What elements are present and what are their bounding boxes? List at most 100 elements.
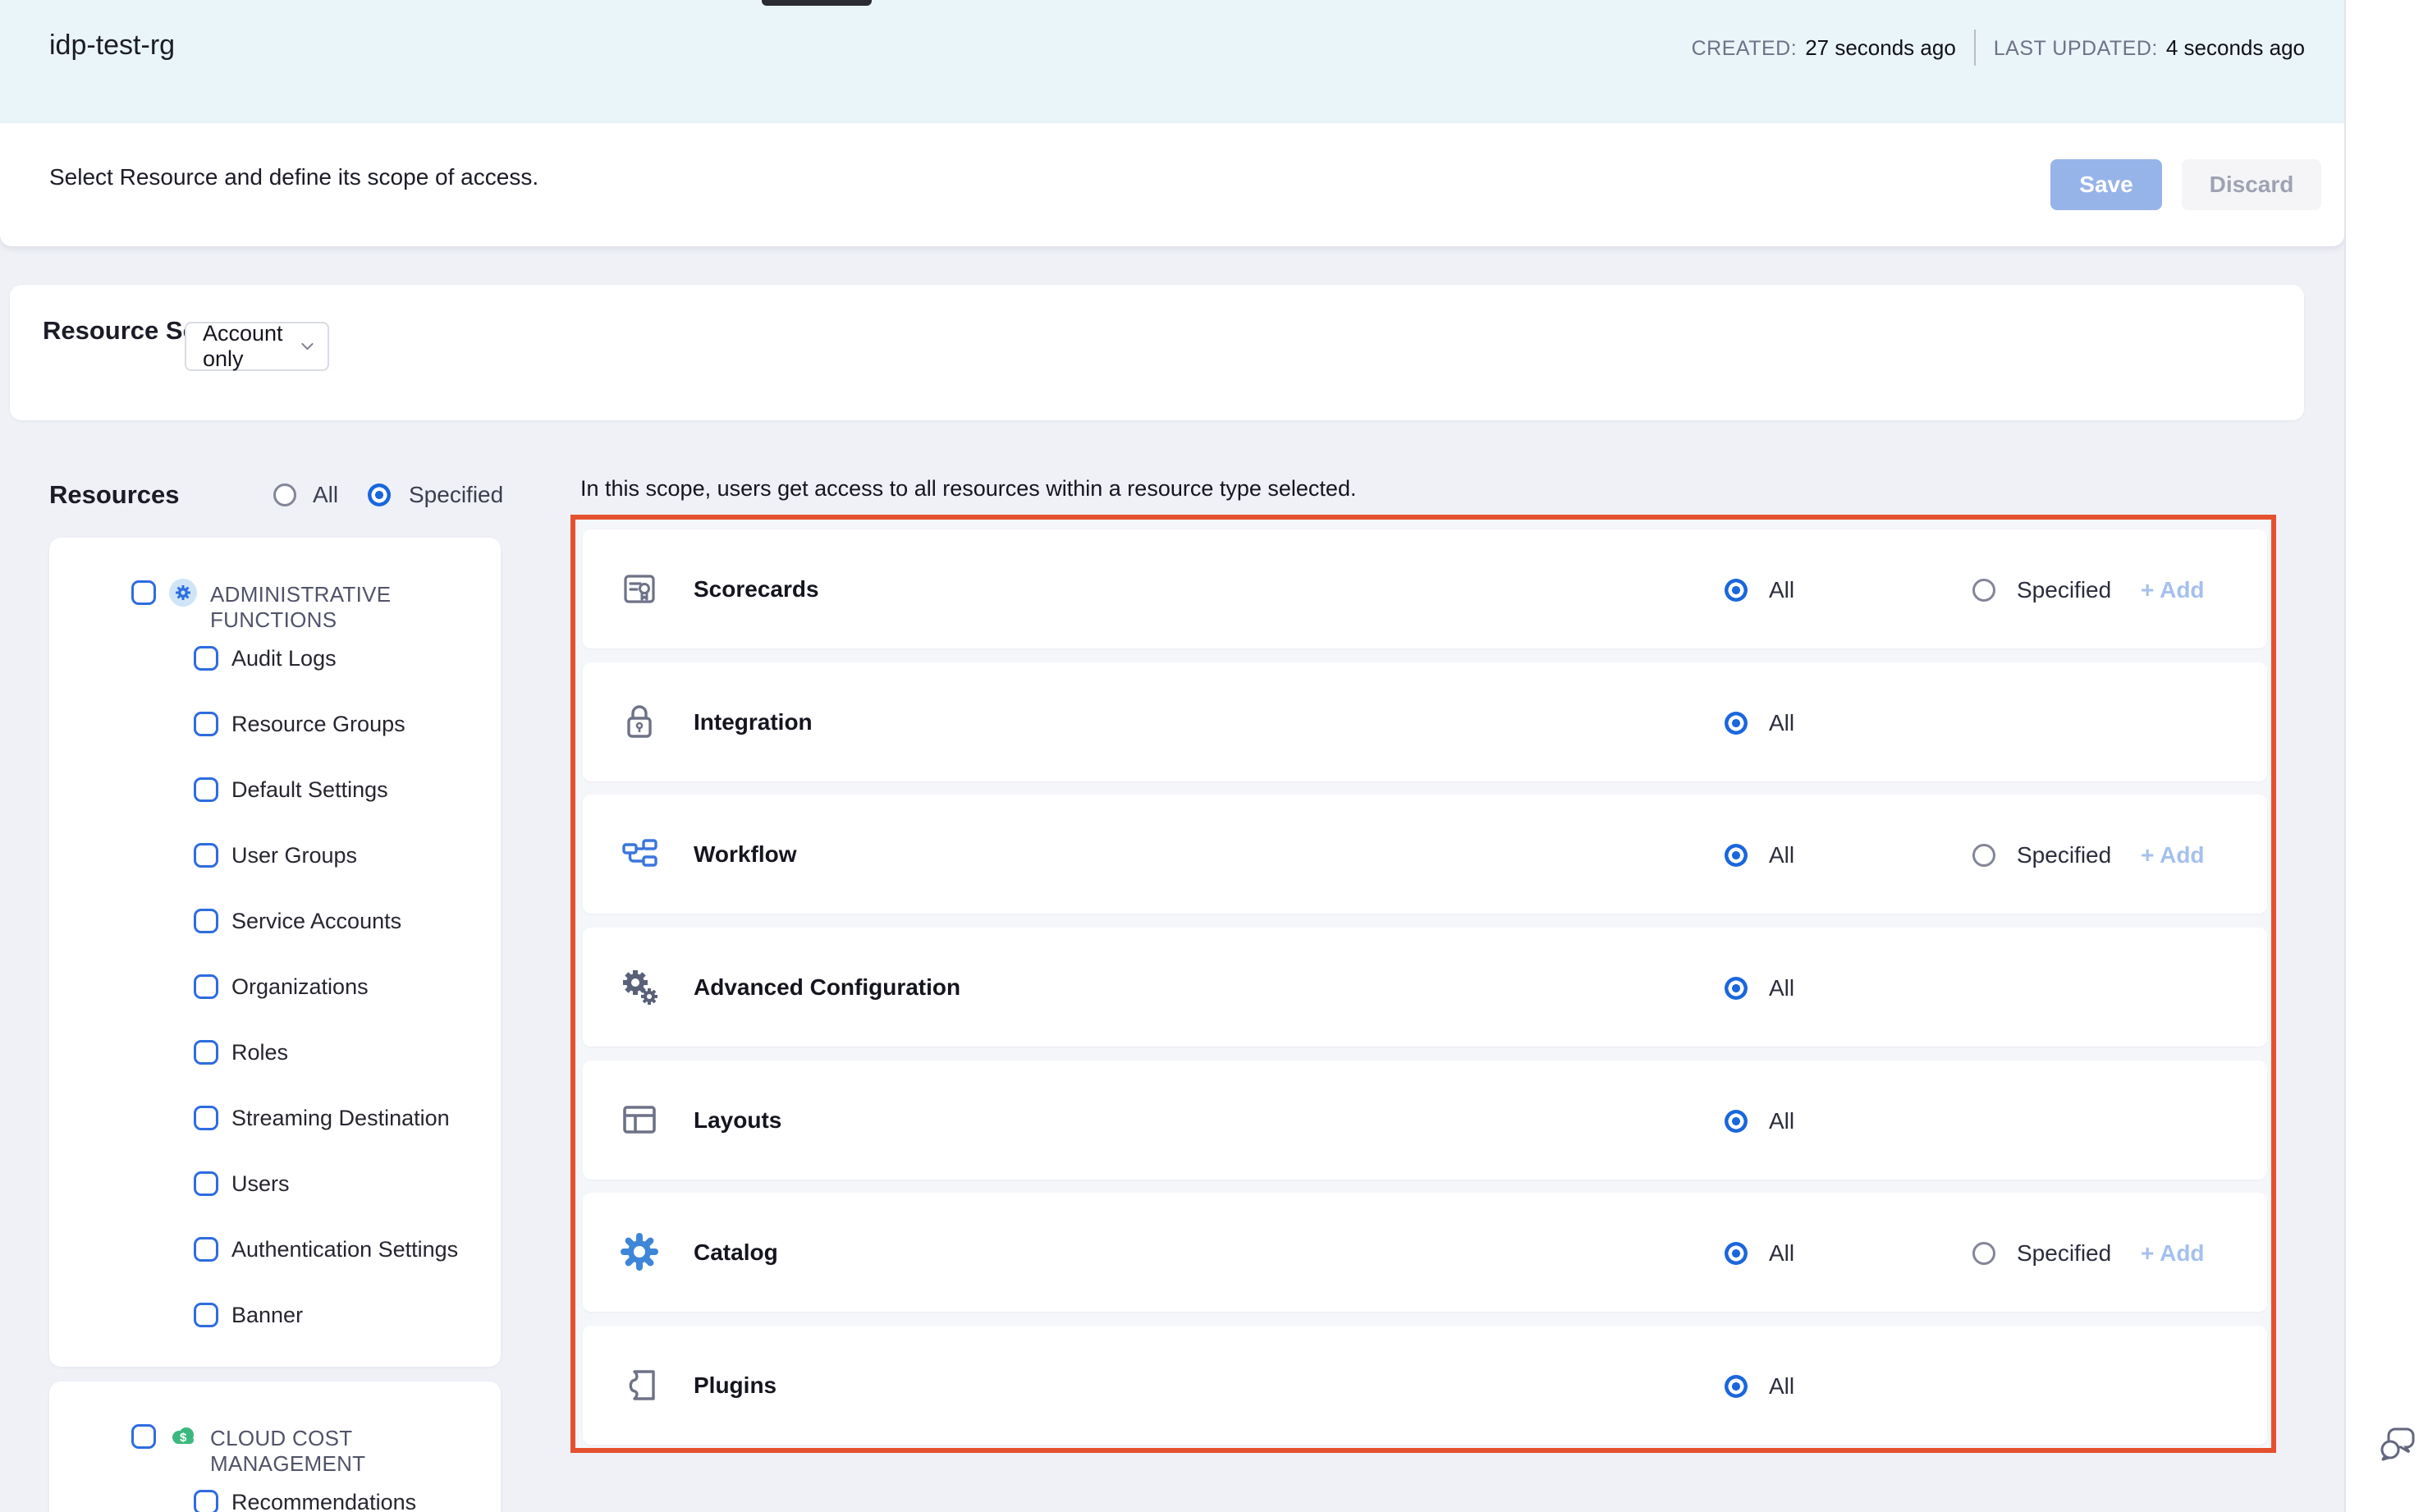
row-all-option[interactable]: All (1725, 975, 1794, 1001)
meta-divider (1974, 30, 1976, 66)
item-checkbox[interactable] (194, 974, 218, 999)
chat-bubbles-icon[interactable] (2377, 1422, 2420, 1464)
gear-blue-icon (620, 1232, 659, 1271)
row-all-option[interactable]: All (1725, 1240, 1794, 1267)
row-specified-radio[interactable] (1972, 844, 1995, 867)
item-checkbox[interactable] (194, 646, 218, 671)
resource-tree-item: Streaming Destination (49, 1093, 501, 1143)
resources-all-option[interactable]: All (273, 482, 338, 508)
row-all-label: All (1769, 842, 1794, 868)
cloud-dollar-icon: $ (169, 1423, 197, 1450)
resource-scope-select[interactable]: Account only (185, 322, 329, 371)
row-specified-label: Specified (2017, 577, 2111, 603)
resource-tree-item: User Groups (49, 831, 501, 880)
resource-type-label: Layouts (694, 1107, 781, 1134)
discard-button[interactable]: Discard (2182, 159, 2321, 210)
resource-tree-item: Roles (49, 1028, 501, 1077)
item-checkbox[interactable] (194, 1237, 218, 1262)
workflow-icon (620, 834, 659, 873)
row-all-option[interactable]: All (1725, 1108, 1794, 1134)
row-all-option[interactable]: All (1725, 842, 1794, 868)
item-checkbox[interactable] (194, 909, 218, 933)
save-button[interactable]: Save (2050, 159, 2162, 210)
row-all-radio[interactable] (1725, 712, 1748, 735)
row-specified-option[interactable]: Specified (1972, 1240, 2111, 1267)
row-specified-label: Specified (2017, 842, 2111, 868)
item-label: Organizations (231, 974, 369, 1000)
last-updated: LAST UPDATED: 4 seconds ago (1994, 35, 2305, 61)
resources-header: Resources All Specified (49, 479, 509, 515)
item-checkbox[interactable] (194, 843, 218, 868)
row-add-button[interactable]: + Add (2141, 842, 2205, 868)
item-checkbox[interactable] (194, 712, 218, 736)
lock-icon (620, 702, 659, 741)
item-label: Streaming Destination (231, 1106, 450, 1131)
page-header: idp-test-rg CREATED:27 seconds ago LAST … (0, 0, 2344, 123)
row-all-radio[interactable] (1725, 977, 1748, 1000)
resource-tree-item: Recommendations (49, 1478, 501, 1512)
updated-value: 4 seconds ago (2166, 35, 2305, 60)
group-label: ADMINISTRATIVE FUNCTIONS (210, 582, 501, 633)
row-all-radio[interactable] (1725, 579, 1748, 602)
resources-specified-label: Specified (409, 482, 503, 508)
group-checkbox[interactable] (131, 580, 156, 605)
resource-type-row: Scorecards All Specified + Add (583, 529, 2267, 648)
row-all-radio[interactable] (1725, 1242, 1748, 1265)
resource-type-label: Scorecards (694, 576, 819, 603)
scorecard-icon (620, 569, 659, 608)
item-checkbox[interactable] (194, 1040, 218, 1065)
row-add-button[interactable]: + Add (2141, 577, 2205, 603)
row-all-label: All (1769, 577, 1794, 603)
resource-tree-item: Authentication Settings (49, 1225, 501, 1274)
item-checkbox[interactable] (194, 1106, 218, 1130)
group-checkbox[interactable] (131, 1424, 156, 1449)
row-specified-radio[interactable] (1972, 579, 1995, 602)
item-checkbox[interactable] (194, 1171, 218, 1196)
resource-type-row: Layouts All (583, 1061, 2267, 1180)
row-all-radio[interactable] (1725, 1375, 1748, 1398)
item-label: Recommendations (231, 1490, 416, 1512)
item-label: Service Accounts (231, 909, 401, 934)
resource-type-row: Integration All (583, 662, 2267, 781)
scorecard-icon (620, 569, 659, 608)
resources-all-radio[interactable] (273, 483, 296, 506)
created-at: CREATED:27 seconds ago (1692, 35, 1956, 61)
item-label: Roles (231, 1040, 288, 1065)
resources-group-card-administrative: ADMINISTRATIVE FUNCTIONS Audit Logs Reso… (49, 538, 501, 1367)
puzzle-icon (620, 1365, 659, 1404)
group-label: CLOUD COST MANAGEMENT (210, 1426, 501, 1477)
resource-type-label: Integration (694, 709, 813, 735)
resource-type-row: Catalog All Specified + Add (583, 1193, 2267, 1312)
window-notch (762, 0, 872, 6)
item-checkbox[interactable] (194, 777, 218, 802)
row-all-label: All (1769, 1240, 1794, 1267)
item-checkbox[interactable] (194, 1490, 218, 1512)
row-specified-option[interactable]: Specified (1972, 842, 2111, 868)
row-add-button[interactable]: + Add (2141, 1240, 2205, 1267)
layout-icon (620, 1100, 659, 1139)
row-all-option[interactable]: All (1725, 710, 1794, 736)
row-all-option[interactable]: All (1725, 1373, 1794, 1400)
updated-label: LAST UPDATED: (1994, 37, 2158, 60)
header-meta: CREATED:27 seconds ago LAST UPDATED: 4 se… (1692, 0, 2305, 95)
puzzle-icon (620, 1365, 659, 1404)
gears-icon (620, 967, 659, 1006)
svg-text:$: $ (180, 1431, 187, 1445)
item-label: Resource Groups (231, 712, 405, 737)
resources-specified-option[interactable]: Specified (368, 482, 503, 508)
gears-icon (620, 967, 659, 1006)
row-all-label: All (1769, 710, 1794, 736)
app-background: idp-test-rg CREATED:27 seconds ago LAST … (0, 0, 2344, 1512)
resource-group-header-row: ADMINISTRATIVE FUNCTIONS (49, 568, 501, 617)
item-label: Authentication Settings (231, 1237, 458, 1262)
item-checkbox[interactable] (194, 1303, 218, 1327)
row-all-radio[interactable] (1725, 844, 1748, 867)
row-all-radio[interactable] (1725, 1110, 1748, 1133)
item-label: User Groups (231, 843, 357, 868)
row-specified-radio[interactable] (1972, 1242, 1995, 1265)
resources-specified-radio[interactable] (368, 483, 391, 506)
row-all-option[interactable]: All (1725, 577, 1794, 603)
resource-type-row: Advanced Configuration All (583, 928, 2267, 1047)
row-specified-option[interactable]: Specified (1972, 577, 2111, 603)
resource-tree-item: Default Settings (49, 765, 501, 814)
